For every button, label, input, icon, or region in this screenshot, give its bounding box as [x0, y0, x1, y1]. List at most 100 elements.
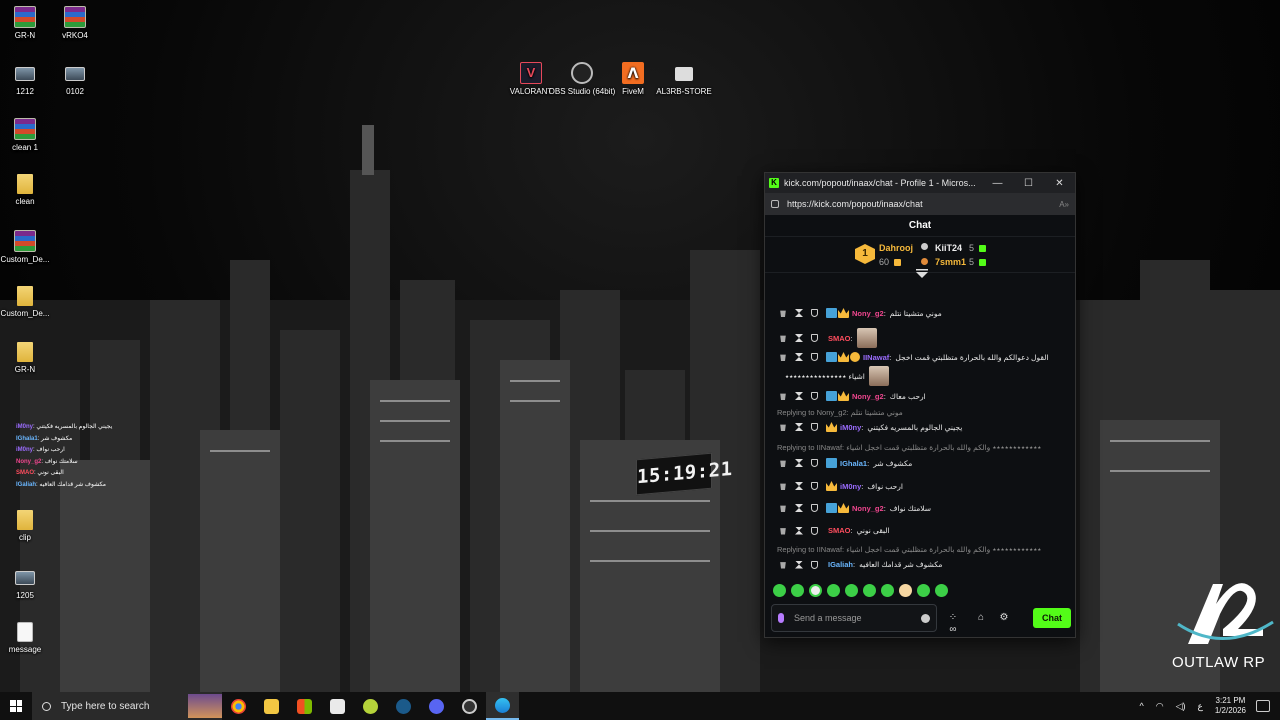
- delete-icon[interactable]: [780, 424, 786, 431]
- emote-button[interactable]: [773, 584, 786, 597]
- taskbar-edge[interactable]: [486, 692, 519, 720]
- chat-username[interactable]: SMAO: [828, 526, 851, 535]
- delete-icon[interactable]: [780, 310, 786, 317]
- taskbar-store[interactable]: [288, 692, 321, 720]
- delete-icon[interactable]: [780, 393, 786, 400]
- send-chat-button[interactable]: Chat: [1033, 608, 1071, 628]
- emote-button[interactable]: [863, 584, 876, 597]
- chat-message-input[interactable]: Send a message: [771, 604, 937, 632]
- taskbar-search[interactable]: Type here to search: [32, 692, 222, 720]
- maximize-button[interactable]: ☐: [1013, 178, 1044, 189]
- desktop-icon-message[interactable]: message: [0, 622, 60, 655]
- chat-username[interactable]: SMAO: [828, 334, 851, 343]
- reply-context[interactable]: Replying to Nony_g2: موني متشيتا نتلم: [777, 408, 1065, 417]
- chat-message[interactable]: Nony_g2: سلامتك نواف: [779, 503, 1071, 513]
- timeout-icon[interactable]: [795, 526, 803, 535]
- ban-icon[interactable]: [811, 309, 818, 317]
- leader-second-name[interactable]: KiiT24: [935, 243, 962, 253]
- chat-username[interactable]: IGaliah: [828, 560, 853, 569]
- leader-top-name[interactable]: Dahrooj: [879, 243, 913, 253]
- store-icon[interactable]: ⌂: [974, 612, 988, 624]
- chat-username[interactable]: iM0ny: [840, 482, 861, 491]
- tray-overflow-chevron[interactable]: ^: [1139, 701, 1143, 711]
- lock-icon[interactable]: [771, 200, 779, 208]
- gear-icon[interactable]: ⚙: [997, 612, 1011, 624]
- desktop-icon-clean-1[interactable]: clean 1: [0, 118, 60, 153]
- ban-icon[interactable]: [811, 526, 818, 535]
- delete-icon[interactable]: [780, 505, 786, 512]
- taskbar-clock[interactable]: 3:21 PM 1/2/2026: [1215, 696, 1246, 716]
- emote-button[interactable]: [791, 584, 804, 597]
- timeout-icon[interactable]: [795, 423, 803, 431]
- ban-icon[interactable]: [811, 353, 818, 361]
- timeout-icon[interactable]: [795, 392, 803, 400]
- desktop-icon-vrko4[interactable]: vRKO4: [40, 6, 110, 41]
- chat-username[interactable]: IINawaf: [863, 353, 889, 362]
- start-button[interactable]: [0, 692, 32, 720]
- desktop-icon-al3rb-store[interactable]: AL3RB-STORE: [649, 62, 719, 97]
- chat-message[interactable]: SMAO:: [779, 328, 1071, 348]
- chat-message[interactable]: IGaliah: مكشوف شر قدامك العافيه: [779, 560, 1071, 569]
- microphone-icon[interactable]: [778, 613, 784, 623]
- chat-popout-window[interactable]: K kick.com/popout/inaax/chat - Profile 1…: [764, 172, 1076, 638]
- emote-button[interactable]: [827, 584, 840, 597]
- taskbar-obs[interactable]: [453, 692, 486, 720]
- users-infinity-icon[interactable]: ⁘∞: [946, 612, 960, 635]
- taskbar-file-explorer[interactable]: [255, 692, 288, 720]
- ban-icon[interactable]: [811, 334, 818, 342]
- desktop-icon-custom-de-folder[interactable]: Custom_De...: [0, 286, 60, 319]
- chat-username[interactable]: IGhala1: [840, 459, 867, 468]
- search-highlight-image[interactable]: [188, 694, 222, 718]
- ban-icon[interactable]: [811, 504, 818, 512]
- ban-icon[interactable]: [811, 560, 818, 569]
- desktop-icon-gr-n-folder[interactable]: GR-N: [0, 342, 60, 375]
- desktop-icon-clean[interactable]: clean: [0, 174, 60, 207]
- ban-icon[interactable]: [811, 482, 818, 490]
- timeout-icon[interactable]: [795, 504, 803, 512]
- chat-username[interactable]: Nony_g2: [852, 392, 884, 401]
- delete-icon[interactable]: [780, 483, 786, 490]
- emote-button[interactable]: [881, 584, 894, 597]
- leader-third-name[interactable]: 7smm1: [935, 257, 966, 267]
- collapse-chevron-icon[interactable]: [915, 268, 929, 280]
- chat-message[interactable]: iM0ny: يجيني الجالوم بالمسريه فكيتني: [779, 422, 1071, 432]
- timeout-icon[interactable]: [795, 459, 803, 467]
- volume-icon[interactable]: ◁): [1176, 701, 1186, 712]
- chat-username[interactable]: Nony_g2: [852, 504, 884, 513]
- emote-button[interactable]: [899, 584, 912, 597]
- timeout-icon[interactable]: [795, 482, 803, 490]
- wifi-icon[interactable]: ◠: [1156, 701, 1164, 712]
- taskbar-mail[interactable]: [321, 692, 354, 720]
- chat-username[interactable]: Nony_g2: [852, 309, 884, 318]
- delete-icon[interactable]: [780, 335, 786, 342]
- emote-button[interactable]: [935, 584, 948, 597]
- desktop-icon-custom-de-rar[interactable]: Custom_De...: [0, 230, 60, 265]
- emote-button[interactable]: [845, 584, 858, 597]
- delete-icon[interactable]: [780, 354, 786, 361]
- window-titlebar[interactable]: K kick.com/popout/inaax/chat - Profile 1…: [765, 173, 1075, 193]
- delete-icon[interactable]: [780, 562, 786, 569]
- ban-icon[interactable]: [811, 459, 818, 467]
- chat-message[interactable]: iM0ny: ارحب نواف: [779, 481, 1071, 491]
- reply-context[interactable]: Replying to IINawaf: ٭٭٭٭٭٭٭٭٭٭٭٭ والكم …: [777, 443, 1065, 452]
- taskbar-steam[interactable]: [387, 692, 420, 720]
- timeout-icon[interactable]: [795, 309, 803, 317]
- taskbar-discord[interactable]: [420, 692, 453, 720]
- delete-icon[interactable]: [780, 528, 786, 535]
- timeout-icon[interactable]: [795, 334, 803, 342]
- read-aloud-icon[interactable]: A»: [1059, 200, 1069, 209]
- chat-message[interactable]: IINawaf: القول دعوالكم والله بالحرارة مت…: [779, 352, 1071, 362]
- emote-button[interactable]: [809, 584, 822, 597]
- timeout-icon[interactable]: [795, 353, 803, 361]
- chat-message-list[interactable]: Nony_g2: موني متشيتا نتلم SMAO: IINawaf:…: [765, 288, 1075, 580]
- taskbar-chrome[interactable]: [222, 692, 255, 720]
- ban-icon[interactable]: [811, 392, 818, 400]
- desktop-icon-1205[interactable]: 1205: [0, 566, 60, 601]
- chat-message[interactable]: Nony_g2: ارحب معاك: [779, 391, 1071, 401]
- reply-context[interactable]: Replying to IINawaf: ٭٭٭٭٭٭٭٭٭٭٭٭ والكم …: [777, 545, 1065, 554]
- chat-message[interactable]: Nony_g2: موني متشيتا نتلم: [779, 308, 1071, 318]
- input-language[interactable]: ع: [1197, 701, 1202, 712]
- minimize-button[interactable]: —: [982, 178, 1013, 189]
- desktop-icon-0102[interactable]: 0102: [40, 62, 110, 97]
- emote-button[interactable]: [917, 584, 930, 597]
